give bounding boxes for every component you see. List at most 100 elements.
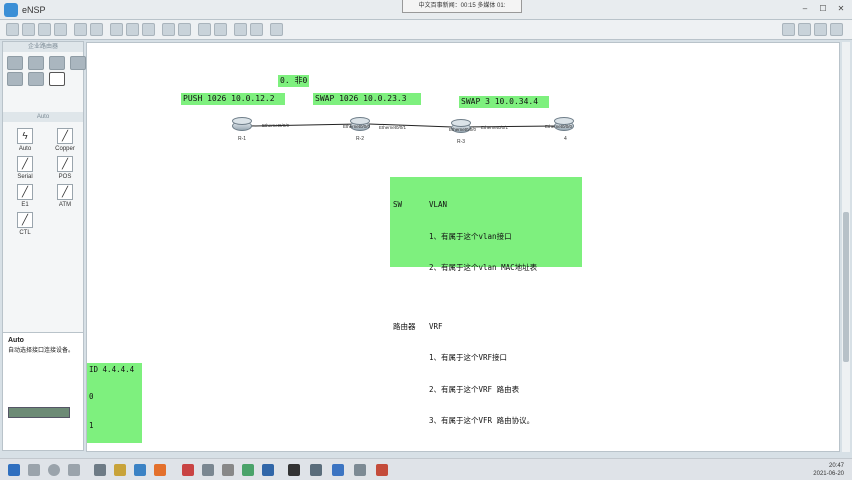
- note-router-key: 路由器: [393, 321, 416, 331]
- cable-atm[interactable]: ╱ ATM: [45, 184, 85, 208]
- partial-line: ID 4.4.4.4: [89, 365, 135, 374]
- device-sidebar: 企业路由器 Auto ϟ Auto ╱ Copper ╱ Serial ╱ PO…: [2, 41, 86, 451]
- taskbar-app-icon[interactable]: [94, 464, 106, 476]
- label-zero[interactable]: 0. 非0: [278, 75, 310, 87]
- zoom-out-icon[interactable]: [214, 23, 227, 36]
- huawei-icon[interactable]: [830, 23, 843, 36]
- cable-e1[interactable]: ╱ E1: [5, 184, 45, 208]
- rectangle-icon[interactable]: [178, 23, 191, 36]
- router-r1[interactable]: [232, 117, 252, 131]
- interface-label: Ethernet0/0/0: [449, 127, 477, 132]
- new-topology-icon[interactable]: [6, 23, 19, 36]
- cable-icon: ╱: [57, 156, 73, 172]
- cable-icon: ╱: [17, 212, 33, 228]
- note-sw-key: SW: [393, 200, 403, 209]
- cable-pos[interactable]: ╱ POS: [45, 156, 85, 180]
- router-category-icon[interactable]: [7, 56, 23, 70]
- cable-copper[interactable]: ╱ Copper: [45, 128, 85, 152]
- interface-label: Ethernet0/0/0: [262, 123, 290, 128]
- redo-icon[interactable]: [90, 23, 103, 36]
- note-router-val: VRF: [429, 321, 443, 331]
- taskbar-app-icon[interactable]: [242, 464, 254, 476]
- maximize-icon[interactable]: ☐: [816, 3, 830, 15]
- cloud-category-icon[interactable]: [28, 72, 44, 86]
- description-button[interactable]: [8, 407, 70, 418]
- taskbar-app-icon[interactable]: [182, 464, 194, 476]
- capture-icon[interactable]: [270, 23, 283, 36]
- cable-ctl[interactable]: ╱ CTL: [5, 212, 45, 236]
- save-as-icon[interactable]: [54, 23, 67, 36]
- taskbar-app-icon[interactable]: [222, 464, 234, 476]
- move-icon[interactable]: [126, 23, 139, 36]
- cable-icon: ╱: [57, 128, 73, 144]
- taskbar-app-icon[interactable]: [114, 464, 126, 476]
- router-name: R-3: [457, 139, 466, 145]
- text-icon[interactable]: [162, 23, 175, 36]
- app-title: eNSP: [22, 5, 46, 15]
- start-icon[interactable]: [8, 464, 20, 476]
- note-sw-val: VLAN: [429, 200, 448, 209]
- taskbar-app-icon[interactable]: [354, 464, 366, 476]
- description-title: Auto: [8, 337, 24, 344]
- stop-device-icon[interactable]: [250, 23, 263, 36]
- menu-icon[interactable]: [782, 23, 795, 36]
- cable-icon: ╱: [17, 184, 33, 200]
- note-line: 2、有属于这个vlan MAC地址表: [429, 263, 538, 272]
- zoom-in-icon[interactable]: [198, 23, 211, 36]
- topology-canvas[interactable]: 0. 非0 PUSH 1026 10.0.12.2 SWAP 1026 10.0…: [86, 42, 840, 452]
- taskbar-app-icon[interactable]: [134, 464, 146, 476]
- partial-note-box[interactable]: ID 4.4.4.4 0 1: [87, 363, 142, 443]
- firewall-category-icon[interactable]: [70, 56, 86, 70]
- settings-icon[interactable]: [798, 23, 811, 36]
- switch-category-icon[interactable]: [28, 56, 44, 70]
- scroll-thumb[interactable]: [843, 212, 849, 362]
- partial-line: 0: [89, 392, 94, 401]
- note-box[interactable]: SW VLAN 1、有属于这个vlan接口 2、有属于这个vlan MAC地址表 …: [390, 177, 582, 425]
- wlan-category-icon[interactable]: [49, 56, 65, 70]
- taskbar-app-icon[interactable]: [154, 464, 166, 476]
- cable-icon: ╱: [57, 184, 73, 200]
- taskbar-app-icon[interactable]: [202, 464, 214, 476]
- cables-header: Auto: [3, 112, 83, 122]
- cable-category-icon[interactable]: [49, 72, 65, 86]
- search-icon[interactable]: [28, 464, 40, 476]
- open-icon[interactable]: [22, 23, 35, 36]
- interface-label: Ethernet0/0/1: [379, 125, 407, 130]
- select-icon[interactable]: [110, 23, 123, 36]
- delete-icon[interactable]: [142, 23, 155, 36]
- label-swap-2[interactable]: SWAP 3 10.0.34.4: [459, 96, 549, 108]
- taskbar-app-icon[interactable]: [262, 464, 274, 476]
- partial-line: 1: [89, 421, 94, 430]
- vertical-scrollbar[interactable]: [842, 42, 850, 452]
- task-view-icon[interactable]: [68, 464, 80, 476]
- meeting-bar[interactable]: 中文百事新闻：00:15 多媒体 01:: [402, 0, 522, 13]
- router-name: 4: [564, 136, 567, 142]
- save-icon[interactable]: [38, 23, 51, 36]
- interface-label: Ethernet0/0/0: [343, 124, 371, 129]
- clock-time: 20:47: [828, 463, 844, 469]
- taskbar-app-icon[interactable]: [376, 464, 388, 476]
- cortana-icon[interactable]: [48, 464, 60, 476]
- taskbar-app-icon[interactable]: [288, 464, 300, 476]
- taskbar-app-icon[interactable]: [310, 464, 322, 476]
- minimize-icon[interactable]: –: [798, 3, 812, 15]
- router-name: R-2: [356, 136, 365, 142]
- help-icon[interactable]: [814, 23, 827, 36]
- start-device-icon[interactable]: [234, 23, 247, 36]
- label-push[interactable]: PUSH 1026 10.0.12.2: [181, 93, 285, 105]
- clock-date: 2021-06-20: [813, 471, 844, 477]
- note-line: 2、有属于这个VRF 路由表: [429, 384, 520, 394]
- toolbar: [0, 20, 852, 40]
- close-icon[interactable]: ✕: [834, 3, 848, 15]
- taskbar-app-icon[interactable]: [332, 464, 344, 476]
- undo-icon[interactable]: [74, 23, 87, 36]
- cable-list: ϟ Auto ╱ Copper ╱ Serial ╱ POS ╱ E1 ╱ AT…: [3, 122, 83, 242]
- system-clock[interactable]: 20:47 2021-06-20: [813, 462, 844, 478]
- lightning-icon: ϟ: [17, 128, 33, 144]
- taskbar: 20:47 2021-06-20: [0, 458, 852, 480]
- cable-auto[interactable]: ϟ Auto: [5, 128, 45, 152]
- app-window: eNSP 中文百事新闻：00:15 多媒体 01: – ☐ ✕ 帮助 企业路由器: [0, 0, 852, 458]
- label-swap-1[interactable]: SWAP 1026 10.0.23.3: [313, 93, 421, 105]
- terminal-category-icon[interactable]: [7, 72, 23, 86]
- cable-serial[interactable]: ╱ Serial: [5, 156, 45, 180]
